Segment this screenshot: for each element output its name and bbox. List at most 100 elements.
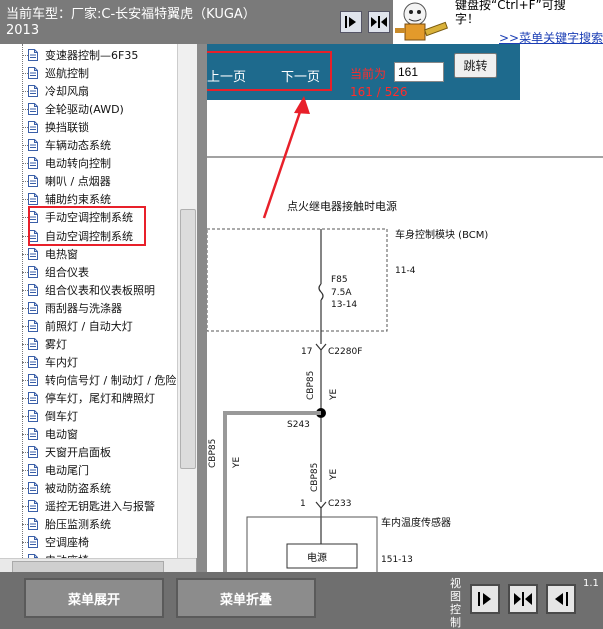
fit-both-button[interactable] xyxy=(368,11,390,33)
tree-item[interactable]: 巡航控制 xyxy=(28,64,89,82)
fuse-icon xyxy=(318,283,324,301)
tree-item[interactable]: 停车灯，尾灯和牌照灯 xyxy=(28,389,155,407)
tree-item-label: 天窗开启面板 xyxy=(45,446,111,459)
tree-item[interactable]: 遥控无钥匙进入与报警 xyxy=(28,497,155,515)
document-icon xyxy=(28,103,38,115)
document-icon xyxy=(28,464,38,476)
vehicle-line-2: 2013 xyxy=(6,23,40,38)
tree-item[interactable]: 喇叭 / 点烟器 xyxy=(28,172,111,190)
tree-item[interactable]: 电动转向控制 xyxy=(28,154,111,172)
mascot-icon xyxy=(395,2,449,41)
tree-item-label: 转向信号灯 / 制动灯 / 危险 xyxy=(45,374,177,387)
document-icon xyxy=(28,121,38,133)
tree-horizontal-scrollbar[interactable] xyxy=(0,558,196,573)
connector-c2280f: C2280F xyxy=(328,347,362,357)
pin-1: 1 xyxy=(300,499,306,509)
document-icon xyxy=(28,338,38,350)
power-label: 电源 xyxy=(307,551,327,564)
view-prev-button[interactable] xyxy=(546,584,576,614)
fuse-pins: 13-14 xyxy=(331,300,357,310)
fuse-rating: 7.5A xyxy=(331,288,352,298)
tree-item[interactable]: 冷却风扇 xyxy=(28,82,89,100)
tree-item-label: 被动防盗系统 xyxy=(45,482,111,495)
tree-item[interactable]: 组合仪表 xyxy=(28,263,89,281)
sensor-label: 车内温度传感器 xyxy=(381,516,451,529)
tree-item[interactable]: 雨刮器与洗涤器 xyxy=(28,299,122,317)
tree-item-label: 车内灯 xyxy=(45,356,78,369)
tree-item-label: 雨刮器与洗涤器 xyxy=(45,302,122,315)
arrow-right-icon xyxy=(345,16,356,28)
current-vehicle: 当前车型：厂家:C-长安福特翼虎（KUGA） 2013 xyxy=(6,7,256,39)
tree-item[interactable]: 车辆动态系统 xyxy=(28,136,111,154)
tree-item[interactable]: 转向信号灯 / 制动灯 / 危险 xyxy=(28,371,176,389)
wire-ye-a: YE xyxy=(329,389,339,401)
tree-item[interactable]: 车内灯 xyxy=(28,353,78,371)
tree-item-label: 车辆动态系统 xyxy=(45,139,111,152)
tree-item[interactable]: 天窗开启面板 xyxy=(28,443,111,461)
tree-item[interactable]: 电动尾门 xyxy=(28,461,89,479)
tree-item-label: 前照灯 / 自动大灯 xyxy=(45,320,133,333)
document-icon xyxy=(28,356,38,368)
wire-cbp85-b: CBP85 xyxy=(310,463,320,492)
tree-item[interactable]: 全轮驱动(AWD) xyxy=(28,100,124,118)
tree-item-label: 组合仪表 xyxy=(45,266,89,279)
search-hint-panel: 键盘按“Ctrl+F”可搜 字！ >>菜单关键字搜索 xyxy=(393,0,603,45)
wire-ye-b: YE xyxy=(329,469,339,481)
view-control-label: 视图控制 xyxy=(450,577,461,629)
tree-item[interactable]: 换挡联锁 xyxy=(28,118,89,136)
tree-vertical-scrollbar[interactable] xyxy=(177,44,197,558)
document-icon xyxy=(28,374,38,386)
document-icon xyxy=(28,428,38,440)
diagram-viewer: 上一页 下一页 当前为 161 / 526 跳转 点火继电器接触时电源 车身控制… xyxy=(207,44,603,572)
tree-item[interactable]: 变速器控制—6F35 xyxy=(28,46,138,64)
vehicle-line-1: 当前车型：厂家:C-长安福特翼虎（KUGA） xyxy=(6,7,256,22)
next-frame-button[interactable] xyxy=(340,11,362,33)
tree-item[interactable]: 胎压监测系统 xyxy=(28,515,111,533)
tree-item-label: 换挡联锁 xyxy=(45,121,89,134)
view-fit-button[interactable] xyxy=(508,584,538,614)
highlight-box-sidebar xyxy=(28,206,146,246)
tree-item-label: 停车灯，尾灯和牌照灯 xyxy=(45,392,155,405)
document-icon xyxy=(28,446,38,458)
tree-item-label: 辅助约束系统 xyxy=(45,193,111,206)
tree-item[interactable]: 电热窗 xyxy=(28,245,78,263)
document-icon xyxy=(28,482,38,494)
splice-label: S243 xyxy=(287,420,310,430)
diagram-title: 点火继电器接触时电源 xyxy=(287,199,397,213)
hint-line-1: 键盘按“Ctrl+F”可搜 xyxy=(455,0,566,12)
tree-item-label: 组合仪表和仪表板照明 xyxy=(45,284,155,297)
tree-item-label: 倒车灯 xyxy=(45,410,78,423)
document-icon xyxy=(28,266,38,278)
tree-item[interactable]: 被动防盗系统 xyxy=(28,479,111,497)
wiring-diagram: 点火继电器接触时电源 车身控制模块 (BCM) 11-4 F85 7.5A 13… xyxy=(207,156,603,572)
tree-item[interactable]: 空调座椅 xyxy=(28,533,89,551)
document-icon xyxy=(28,302,38,314)
document-icon xyxy=(28,139,38,151)
tree-item[interactable]: 雾灯 xyxy=(28,335,67,353)
tree-item-label: 空调座椅 xyxy=(45,536,89,549)
tree-item-label: 雾灯 xyxy=(45,338,67,351)
document-icon xyxy=(28,410,38,422)
top-header: 当前车型：厂家:C-长安福特翼虎（KUGA） 2013 键盘按“Ctrl+F”可… xyxy=(0,0,603,45)
tree-item-label: 全轮驱动(AWD) xyxy=(45,103,124,116)
view-next-button[interactable] xyxy=(470,584,500,614)
document-icon xyxy=(28,518,38,530)
corner-indicator: 1.1 xyxy=(583,578,599,589)
document-icon xyxy=(28,175,38,187)
tree-item[interactable]: 电动窗 xyxy=(28,425,78,443)
connector-c233-symbol xyxy=(315,501,327,509)
tree-item[interactable]: 前照灯 / 自动大灯 xyxy=(28,317,133,335)
scroll-thumb[interactable] xyxy=(180,209,196,469)
search-hint-text: 键盘按“Ctrl+F”可搜 字！ xyxy=(455,0,566,26)
menu-expand-button[interactable]: 菜单展开 xyxy=(24,578,164,618)
pane-splitter[interactable] xyxy=(197,44,207,572)
sensor-ref: 151-13 xyxy=(381,555,413,565)
bottom-toolbar: 菜单展开 菜单折叠 视图控制 1.1 xyxy=(0,572,603,629)
tree-item[interactable]: 组合仪表和仪表板照明 xyxy=(28,281,155,299)
menu-collapse-button[interactable]: 菜单折叠 xyxy=(176,578,316,618)
tree-item[interactable]: 倒车灯 xyxy=(28,407,78,425)
tree-item-label: 遥控无钥匙进入与报警 xyxy=(45,500,155,513)
tree-item-label: 喇叭 / 点烟器 xyxy=(45,175,111,188)
bcm-label: 车身控制模块 (BCM) xyxy=(395,228,488,241)
tree-item-label: 电热窗 xyxy=(45,248,78,261)
